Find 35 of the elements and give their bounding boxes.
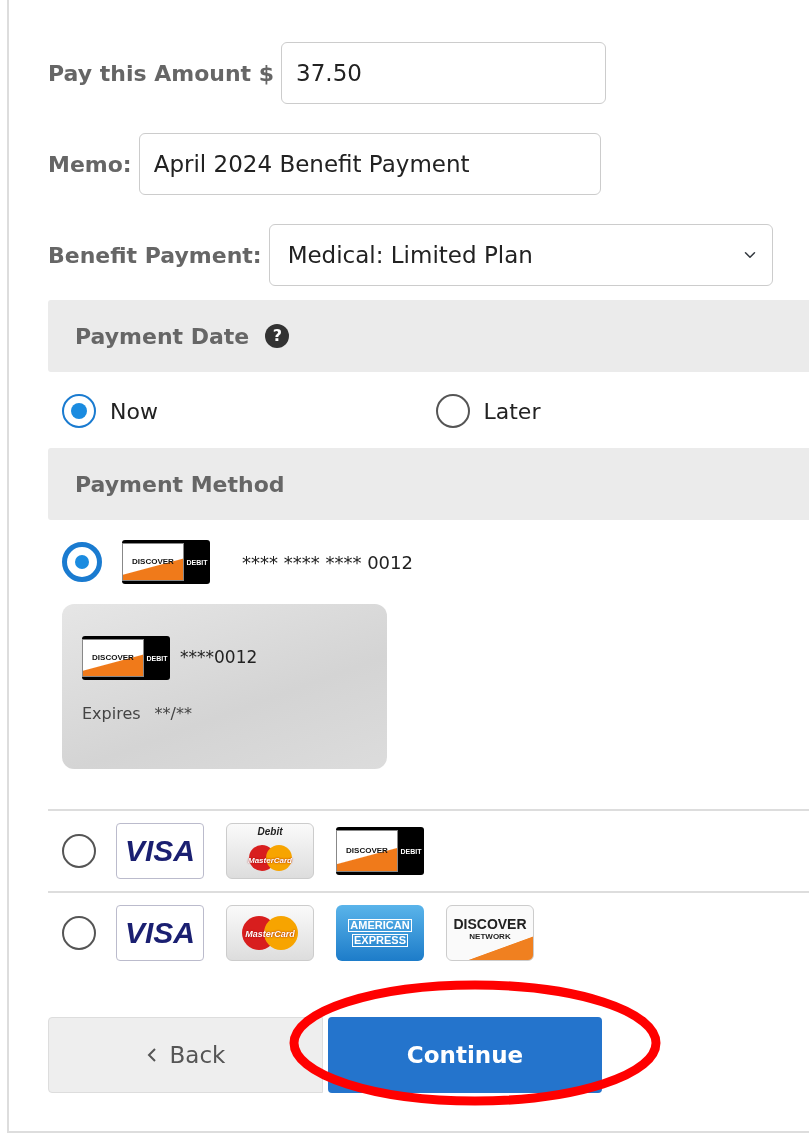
visa-logo: VISA (116, 823, 204, 879)
input-field[interactable]: 37.50 (281, 42, 607, 104)
logo-text: DISCOVER (336, 830, 398, 872)
field-label: Memo: (48, 150, 132, 179)
radio-label: Now (110, 397, 158, 426)
logo-text: Debit (257, 827, 283, 837)
benefit-select[interactable]: Medical: Limited Plan (268, 224, 773, 286)
chevron-left-icon (145, 1046, 158, 1064)
expiry-label: Expires (82, 703, 141, 725)
card-number: ****0012 (180, 646, 258, 670)
radio-button[interactable] (62, 542, 102, 582)
logo-text: DISCOVER (453, 917, 527, 931)
logo-text: DISCOVER (122, 543, 184, 581)
logo-text: AMERICAN (348, 919, 412, 932)
circles-icon (242, 916, 298, 950)
visa-logo: VISA (116, 905, 204, 961)
radio-button[interactable] (62, 916, 96, 950)
back-button[interactable]: Back (48, 1017, 323, 1093)
field-label: Pay this Amount $ (48, 59, 275, 88)
section-title: Payment Date (75, 322, 250, 351)
logo-text: DISCOVER (82, 639, 144, 677)
help-icon[interactable]: ? (265, 324, 290, 348)
input-field[interactable]: April 2024 Benefit Payment (138, 133, 601, 195)
expiry-date: **/** (154, 703, 192, 725)
continue-button[interactable]: Continue (328, 1017, 602, 1093)
logo-text: EXPRESS (352, 934, 408, 947)
logo-text: MasterCard (245, 930, 295, 939)
logo-text: NETWORK (469, 933, 511, 941)
radio-button[interactable] (435, 394, 470, 428)
radio-label: Later (483, 397, 541, 426)
section-title: Payment Method (75, 470, 285, 499)
card-number: **** **** **** 0012 (242, 550, 413, 575)
radio-button[interactable] (62, 834, 96, 868)
radio-button[interactable] (62, 394, 96, 428)
field-label: Benefit Payment: (48, 241, 262, 270)
